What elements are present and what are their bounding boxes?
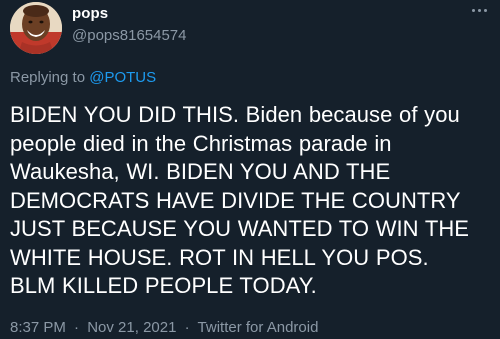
dot [477,8,481,12]
author-handle[interactable]: @pops81654574 [72,27,187,44]
tweet-card: pops @pops81654574 Replying to @POTUS BI… [0,0,500,339]
author-display-name[interactable]: pops [72,5,108,22]
replying-to: Replying to @POTUS [10,69,156,86]
dot [471,8,475,12]
tweet-time[interactable]: 8:37 PM [10,319,66,336]
tweet-text-line: WHITE HOUSE. ROT IN HELL YOU POS. [10,244,429,270]
tweet-text-line: DEMOCRATS HAVE DIVIDE THE COUNTRY [10,187,461,213]
mention-link[interactable]: @POTUS [89,69,156,86]
tweet-text-line: BIDEN YOU DID THIS. Biden because of you [10,102,460,127]
tweet-source[interactable]: Twitter for Android [198,319,319,336]
tweet-text: BIDEN YOU DID THIS. Biden because of you… [10,101,498,301]
tweet-text-line: Waukesha, WI. BIDEN YOU AND THE [10,159,391,184]
user-avatar-icon [10,2,62,54]
tweet-text-line: people died in the Christmas parade in [10,130,392,156]
more-horizontal-icon[interactable] [466,2,492,18]
meta-separator: · [74,319,80,336]
tweet-date[interactable]: Nov 21, 2021 [87,319,176,336]
dot [483,8,487,12]
tweet-text-line: BLM KILLED PEOPLE TODAY. [10,273,317,298]
meta-separator: · [184,319,190,336]
tweet-text-line: JUST BECAUSE YOU WANTED TO WIN THE [10,216,470,241]
replying-to-label: Replying to [10,69,86,86]
tweet-meta: 8:37 PM · Nov 21, 2021 · Twitter for And… [10,319,318,336]
avatar[interactable] [10,2,62,54]
